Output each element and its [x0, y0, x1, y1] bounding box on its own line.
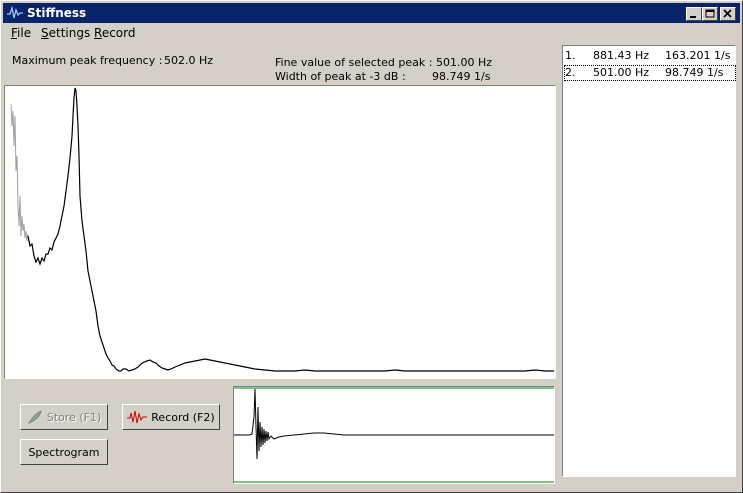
max-peak-value: 502.0 Hz: [164, 54, 214, 67]
record-button-label: Record (F2): [151, 410, 215, 424]
spectrogram-button[interactable]: Spectrogram: [20, 439, 108, 465]
spectrogram-button-label: Spectrogram: [28, 445, 100, 459]
peak-row-selected[interactable]: 2. 501.00 Hz 98.749 1/s: [564, 65, 736, 81]
maximize-icon: [705, 9, 715, 18]
peak-row[interactable]: 1. 881.43 Hz 163.201 1/s: [565, 49, 735, 63]
menu-file[interactable]: File: [11, 26, 31, 40]
store-button[interactable]: Store (F1): [20, 404, 108, 430]
menu-bar: File Settings Record: [3, 24, 740, 42]
signal-graph: [234, 387, 554, 483]
signal-trace: [234, 388, 554, 460]
minimize-button[interactable]: [686, 7, 702, 21]
fine-value-label: Fine value of selected peak :: [275, 56, 433, 69]
menu-settings[interactable]: Settings: [41, 26, 90, 40]
record-button[interactable]: Record (F2): [122, 404, 220, 430]
maximize-button[interactable]: [702, 7, 718, 21]
peak-frequency: 881.43 Hz: [593, 49, 650, 62]
peak-width: 98.749 1/s: [665, 66, 724, 79]
menu-settings-rest: ettings: [48, 26, 91, 40]
spectrum-gray-trace: [10, 103, 29, 242]
peak-frequency: 501.00 Hz: [593, 66, 650, 79]
menu-settings-accel: S: [41, 26, 49, 40]
waveform-icon: [7, 6, 23, 19]
peak-width-value: 98.749 1/s: [432, 70, 491, 83]
window-title: Stiffness: [27, 6, 87, 20]
main-window: Stiffness File Settings Record Maximum p…: [0, 0, 743, 493]
store-button-label: Store (F1): [46, 410, 102, 424]
close-icon: [723, 9, 732, 18]
peak-index: 2.: [565, 66, 576, 79]
peak-width-label: Width of peak at -3 dB :: [275, 70, 406, 83]
close-button[interactable]: [720, 7, 736, 21]
signal-preview: [233, 386, 555, 484]
peak-index: 1.: [565, 49, 576, 62]
spectrum-trace: [27, 87, 554, 372]
menu-file-rest: ile: [17, 26, 32, 40]
menu-record[interactable]: Record: [94, 26, 135, 40]
waveform-icon: [127, 410, 148, 424]
peak-list[interactable]: 1. 881.43 Hz 163.201 1/s 2. 501.00 Hz 98…: [562, 45, 736, 477]
feather-icon: [27, 410, 42, 424]
title-bar[interactable]: Stiffness: [3, 3, 740, 23]
fine-value-value: 501.00 Hz: [436, 56, 493, 69]
minimize-icon: [690, 16, 696, 18]
spectrum-plot[interactable]: [4, 85, 556, 379]
menu-record-accel: R: [94, 26, 102, 40]
max-peak-label: Maximum peak frequency :: [12, 54, 163, 67]
peak-width: 163.201 1/s: [665, 49, 731, 62]
spectrum-graph: [10, 87, 554, 372]
menu-record-rest: ecord: [101, 26, 136, 40]
